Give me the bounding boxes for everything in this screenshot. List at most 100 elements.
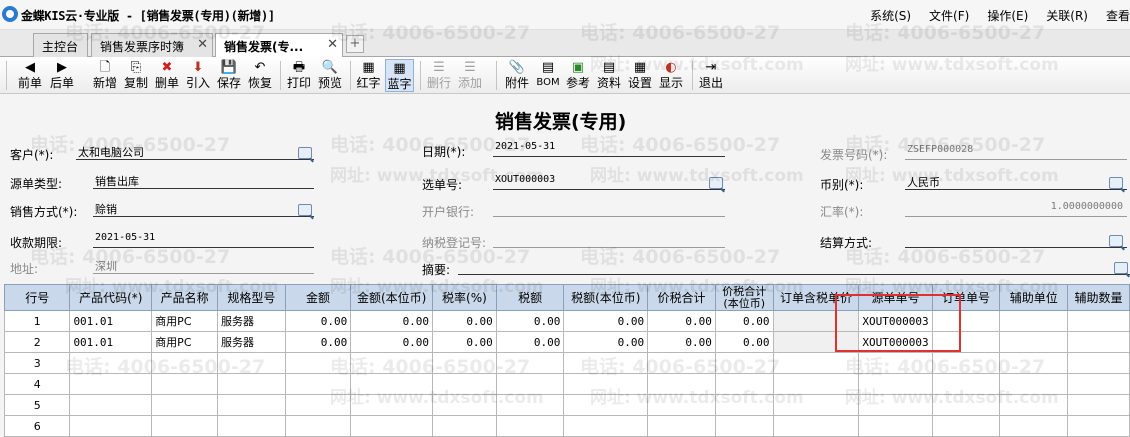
table-cell[interactable] — [1067, 394, 1130, 416]
table-row[interactable]: 6 — [3, 415, 1130, 437]
table-cell[interactable] — [772, 415, 860, 437]
bank-field[interactable] — [493, 201, 725, 217]
col-header-spec[interactable]: 规格型号 — [216, 284, 286, 311]
table-cell[interactable] — [931, 394, 1001, 416]
table-cell[interactable] — [69, 415, 153, 437]
table-cell[interactable] — [931, 352, 1001, 374]
table-cell[interactable]: 服务器 — [216, 310, 286, 332]
table-cell[interactable]: 001.01 — [69, 310, 153, 332]
customer-field[interactable]: 太和电脑公司 — [76, 144, 314, 160]
table-cell[interactable]: 0.00 — [350, 310, 434, 332]
lookup-icon[interactable] — [298, 204, 312, 216]
table-cell[interactable]: 商用PC — [151, 331, 218, 353]
table-cell[interactable] — [999, 415, 1069, 437]
table-cell[interactable] — [1067, 331, 1130, 353]
new-button[interactable]: 🗋 新增 — [91, 59, 119, 92]
delete-button[interactable]: ✖ 删单 — [153, 59, 181, 92]
col-header-line-no[interactable]: 行号 — [3, 284, 71, 311]
table-cell[interactable]: 0.00 — [714, 310, 774, 332]
table-cell[interactable] — [714, 352, 774, 374]
col-header-product-code[interactable]: 产品代码(*) — [69, 284, 153, 311]
col-header-total-base[interactable]: 价税合计(本位币) — [714, 284, 774, 311]
table-cell[interactable]: 0.00 — [284, 310, 352, 332]
table-cell[interactable] — [999, 352, 1069, 374]
table-cell[interactable] — [999, 331, 1069, 353]
menu-system[interactable]: 系统(S) — [870, 7, 911, 24]
table-cell[interactable] — [772, 352, 860, 374]
table-row[interactable]: 5 — [3, 394, 1130, 416]
table-cell[interactable] — [284, 352, 352, 374]
table-cell[interactable] — [151, 373, 218, 395]
table-cell[interactable] — [858, 394, 933, 416]
sales-method-field[interactable]: 赊销 — [93, 201, 314, 217]
table-cell[interactable] — [1067, 415, 1130, 437]
table-cell[interactable] — [858, 373, 933, 395]
table-cell[interactable] — [772, 373, 860, 395]
preview-button[interactable]: 🔍 预览 — [316, 59, 344, 92]
table-cell[interactable]: 0.00 — [284, 331, 352, 353]
menu-file[interactable]: 文件(F) — [929, 7, 969, 24]
table-cell[interactable] — [432, 352, 497, 374]
add-row-button[interactable]: ☰ 添加 — [456, 59, 484, 92]
address-field[interactable]: 深圳 — [93, 258, 314, 274]
exit-button[interactable]: ⇥ 退出 — [697, 59, 725, 92]
table-cell[interactable] — [151, 415, 218, 437]
table-cell[interactable]: 0.00 — [432, 310, 497, 332]
table-cell[interactable] — [999, 394, 1069, 416]
table-cell[interactable]: 0.00 — [495, 331, 565, 353]
import-button[interactable]: ⬇ 引入 — [184, 59, 212, 92]
table-cell[interactable]: 服务器 — [216, 331, 286, 353]
invoice-no-field[interactable]: ZSEFP000028 — [905, 144, 1127, 160]
table-cell[interactable] — [858, 352, 933, 374]
table-cell[interactable] — [69, 352, 153, 374]
table-cell[interactable] — [1067, 352, 1130, 374]
attachment-button[interactable]: 📎 附件 — [503, 59, 531, 92]
col-header-tax-base[interactable]: 税额(本位币) — [563, 284, 649, 311]
selected-no-field[interactable]: XOUT000003 — [493, 174, 725, 190]
table-cell[interactable] — [999, 310, 1069, 332]
table-row[interactable]: 4 — [3, 373, 1130, 395]
table-cell[interactable]: 0.00 — [714, 331, 774, 353]
table-cell[interactable] — [714, 373, 774, 395]
col-header-aux-unit[interactable]: 辅助单位 — [999, 284, 1069, 311]
table-cell[interactable] — [495, 373, 565, 395]
table-cell[interactable] — [1067, 373, 1130, 395]
next-button[interactable]: ▶ 后单 — [47, 59, 77, 92]
display-button[interactable]: ◐ 显示 — [657, 59, 685, 92]
col-header-amount[interactable]: 金额 — [284, 284, 352, 311]
add-tab-icon[interactable]: + — [346, 35, 364, 53]
red-invoice-button[interactable]: ▦ 红字 — [354, 59, 383, 92]
bom-button[interactable]: ▤ BOM — [535, 59, 561, 92]
delete-row-button[interactable]: ☰ 删行 — [425, 59, 453, 92]
menu-view[interactable]: 查看 — [1106, 7, 1130, 24]
table-cell[interactable]: 商用PC — [151, 310, 218, 332]
prev-button[interactable]: ◀ 前单 — [16, 59, 44, 92]
table-cell[interactable] — [350, 415, 434, 437]
table-cell[interactable] — [563, 415, 649, 437]
settings-button[interactable]: ▦ 设置 — [626, 59, 654, 92]
menu-link[interactable]: 关联(R) — [1046, 7, 1088, 24]
table-cell[interactable] — [284, 394, 352, 416]
restore-button[interactable]: ↶ 恢复 — [246, 59, 274, 92]
lookup-icon[interactable] — [709, 177, 723, 189]
lookup-icon[interactable] — [1109, 235, 1123, 247]
table-cell[interactable]: 0.00 — [563, 310, 649, 332]
table-cell[interactable] — [151, 352, 218, 374]
table-cell[interactable] — [216, 415, 286, 437]
table-cell[interactable] — [563, 394, 649, 416]
table-cell[interactable] — [495, 352, 565, 374]
table-cell[interactable] — [931, 415, 1001, 437]
col-header-aux-qty[interactable]: 辅助数量 — [1067, 284, 1130, 311]
table-cell[interactable] — [69, 373, 153, 395]
copy-button[interactable]: ⎘ 复制 — [122, 59, 150, 92]
table-row[interactable]: 3 — [3, 352, 1130, 374]
table-cell[interactable] — [563, 352, 649, 374]
table-cell[interactable]: 0.00 — [350, 331, 434, 353]
lookup-icon[interactable] — [1114, 262, 1128, 274]
tax-reg-field[interactable] — [493, 232, 725, 248]
tab-invoice-new[interactable]: 销售发票(专... ✕ — [215, 33, 343, 58]
table-cell[interactable] — [1067, 310, 1130, 332]
table-cell[interactable] — [495, 394, 565, 416]
close-icon[interactable]: ✕ — [327, 37, 338, 52]
table-cell[interactable] — [350, 373, 434, 395]
